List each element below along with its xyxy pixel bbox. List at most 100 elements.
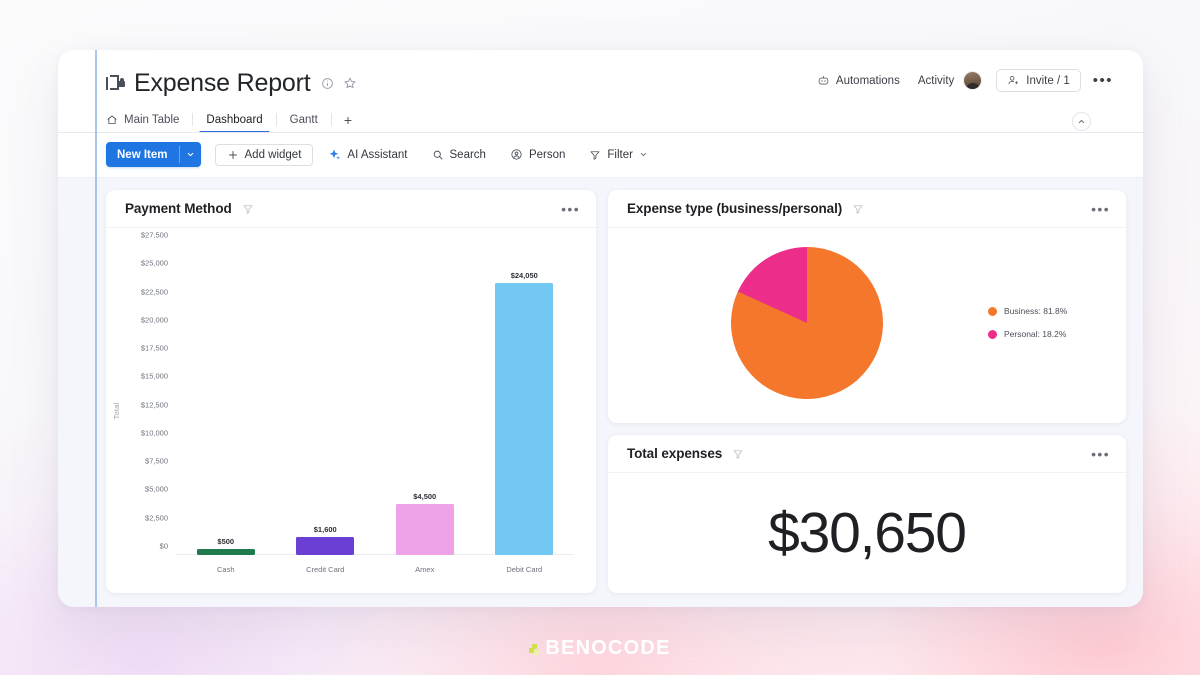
activity-button[interactable]: Activity [909, 68, 990, 93]
chevron-down-icon[interactable] [639, 150, 648, 159]
funnel-icon[interactable] [852, 203, 864, 215]
bar-value-label: $500 [217, 537, 235, 547]
widget-total-expenses: Total expenses ••• $30,650 [608, 435, 1126, 593]
widget-expense-type: Expense type (business/personal) ••• Bus [608, 190, 1126, 423]
y-axis-tick: $5,000 [145, 484, 168, 494]
person-add-icon [1007, 74, 1020, 87]
x-axis-label: Debit Card [506, 565, 543, 574]
bar-group[interactable]: $500 Cash [176, 244, 276, 574]
magnifier-icon [432, 149, 444, 161]
y-axis-tick: $25,000 [140, 258, 168, 268]
bar-group[interactable]: $4,500 Amex [375, 244, 475, 574]
legend-label: Business: 81.8% [1004, 306, 1068, 316]
widget-header: Total expenses ••• [608, 435, 1126, 473]
invite-label: Invite / 1 [1026, 74, 1070, 87]
user-avatar[interactable] [964, 72, 982, 89]
y-axis-tick: $0 [159, 541, 168, 551]
legend-color-swatch [988, 306, 997, 316]
legend-item[interactable]: Personal: 18.2% [988, 329, 1108, 339]
robot-icon [817, 74, 830, 87]
bar-group[interactable]: $24,050 Debit Card [475, 244, 575, 574]
automations-button[interactable]: Automations [808, 70, 909, 91]
search-button[interactable]: Search [423, 145, 495, 165]
person-label: Person [528, 148, 566, 161]
widget-menu-button[interactable]: ••• [561, 202, 580, 216]
chevron-down-icon[interactable] [180, 142, 201, 167]
plus-icon [227, 149, 239, 161]
y-axis-tick: $10,000 [140, 428, 168, 438]
app-window: Expense Report Automations Activity Invi… [58, 50, 1143, 607]
y-axis-tick: $22,500 [140, 287, 168, 297]
watermark: BENOCODE [0, 637, 1200, 660]
bar-chart-plot: $500 Cash $1,600 Credit Card $4,500 Amex $24,0… [141, 231, 575, 574]
chevron-up-icon[interactable] [1072, 112, 1091, 131]
filter-label: Filter [607, 148, 633, 161]
ai-sparkle-icon [328, 148, 341, 161]
x-axis-label: Credit Card [306, 565, 345, 574]
total-expenses-value: $30,650 [768, 500, 967, 565]
header-actions: Automations Activity Invite / 1 ••• [808, 68, 1117, 93]
board-header: Expense Report Automations Activity Invi… [58, 50, 1143, 133]
bar[interactable] [196, 549, 255, 555]
filter-button[interactable]: Filter [580, 145, 657, 165]
page-title: Expense Report [134, 68, 311, 97]
pie-legend: Business: 81.8% Personal: 18.2% [988, 306, 1108, 339]
tab-dashboard[interactable]: Dashboard [193, 106, 275, 133]
x-axis-label: Amex [415, 565, 435, 574]
board-toolbar: New Item Add widget AI Assistant Search … [58, 133, 1143, 178]
bar-series: $500 Cash $1,600 Credit Card $4,500 Amex $24,0… [176, 244, 575, 574]
bar[interactable] [395, 504, 454, 555]
widget-title: Total expenses [627, 446, 723, 461]
tab-gantt[interactable]: Gantt [277, 106, 331, 133]
y-axis-tick: $27,500 [140, 230, 168, 240]
bar-value-label: $4,500 [413, 492, 437, 502]
invite-button[interactable]: Invite / 1 [996, 69, 1081, 92]
info-circle-icon[interactable] [321, 77, 334, 90]
widget-title: Payment Method [125, 201, 232, 216]
ai-assistant-button[interactable]: AI Assistant [319, 144, 416, 165]
bar[interactable] [296, 536, 355, 555]
tab-gantt-label: Gantt [289, 113, 318, 126]
ai-assistant-label: AI Assistant [347, 148, 408, 161]
bar-value-label: $24,050 [510, 271, 538, 281]
pie-chart: Business: 81.8% Personal: 18.2% [608, 221, 1126, 423]
activity-label: Activity [917, 74, 955, 87]
board-tabs: Main Table Dashboard Gantt + [58, 106, 1143, 133]
dashboard-body: Payment Method ••• Total $500 Cash $1,600 C… [58, 178, 1143, 607]
bar-value-label: $1,600 [313, 524, 337, 534]
automations-label: Automations [835, 74, 900, 87]
legend-item[interactable]: Business: 81.8% [988, 306, 1108, 316]
funnel-icon[interactable] [242, 203, 254, 215]
bar[interactable] [495, 283, 554, 555]
person-filter-button[interactable]: Person [501, 144, 574, 165]
watermark-label: BENOCODE [545, 637, 671, 659]
person-circle-icon [510, 148, 523, 161]
y-axis-tick: $17,500 [140, 343, 168, 353]
x-axis-label: Cash [216, 565, 235, 574]
legend-label: Personal: 18.2% [1004, 329, 1067, 339]
benocode-logo-icon [529, 642, 542, 655]
add-tab-button[interactable]: + [332, 112, 364, 128]
new-item-label: New Item [117, 148, 168, 161]
widget-header: Payment Method ••• [106, 190, 596, 228]
add-widget-button[interactable]: Add widget [214, 143, 314, 166]
board-more-menu-button[interactable]: ••• [1089, 72, 1117, 89]
y-axis-tick: $15,000 [140, 371, 168, 381]
widget-payment-method: Payment Method ••• Total $500 Cash $1,600 C… [106, 190, 596, 593]
widget-menu-button[interactable]: ••• [1091, 202, 1110, 216]
tab-main-table-label: Main Table [124, 113, 180, 126]
funnel-icon[interactable] [732, 448, 744, 460]
search-label: Search [449, 148, 486, 161]
y-axis-tick: $20,000 [140, 315, 168, 325]
bar-group[interactable]: $1,600 Credit Card [276, 244, 376, 574]
star-outline-icon[interactable] [343, 76, 357, 90]
pie-graphic [706, 221, 908, 423]
widget-menu-button[interactable]: ••• [1091, 447, 1110, 461]
tab-main-table[interactable]: Main Table [106, 106, 192, 133]
board-locked-icon [106, 74, 125, 92]
new-item-button[interactable]: New Item [106, 142, 201, 167]
add-widget-label: Add widget [244, 148, 302, 161]
y-axis-tick: $7,500 [145, 456, 168, 466]
legend-color-swatch [988, 329, 997, 339]
bar-chart: Total $500 Cash $1,600 Credit Card $4,500 Ame… [106, 228, 596, 593]
